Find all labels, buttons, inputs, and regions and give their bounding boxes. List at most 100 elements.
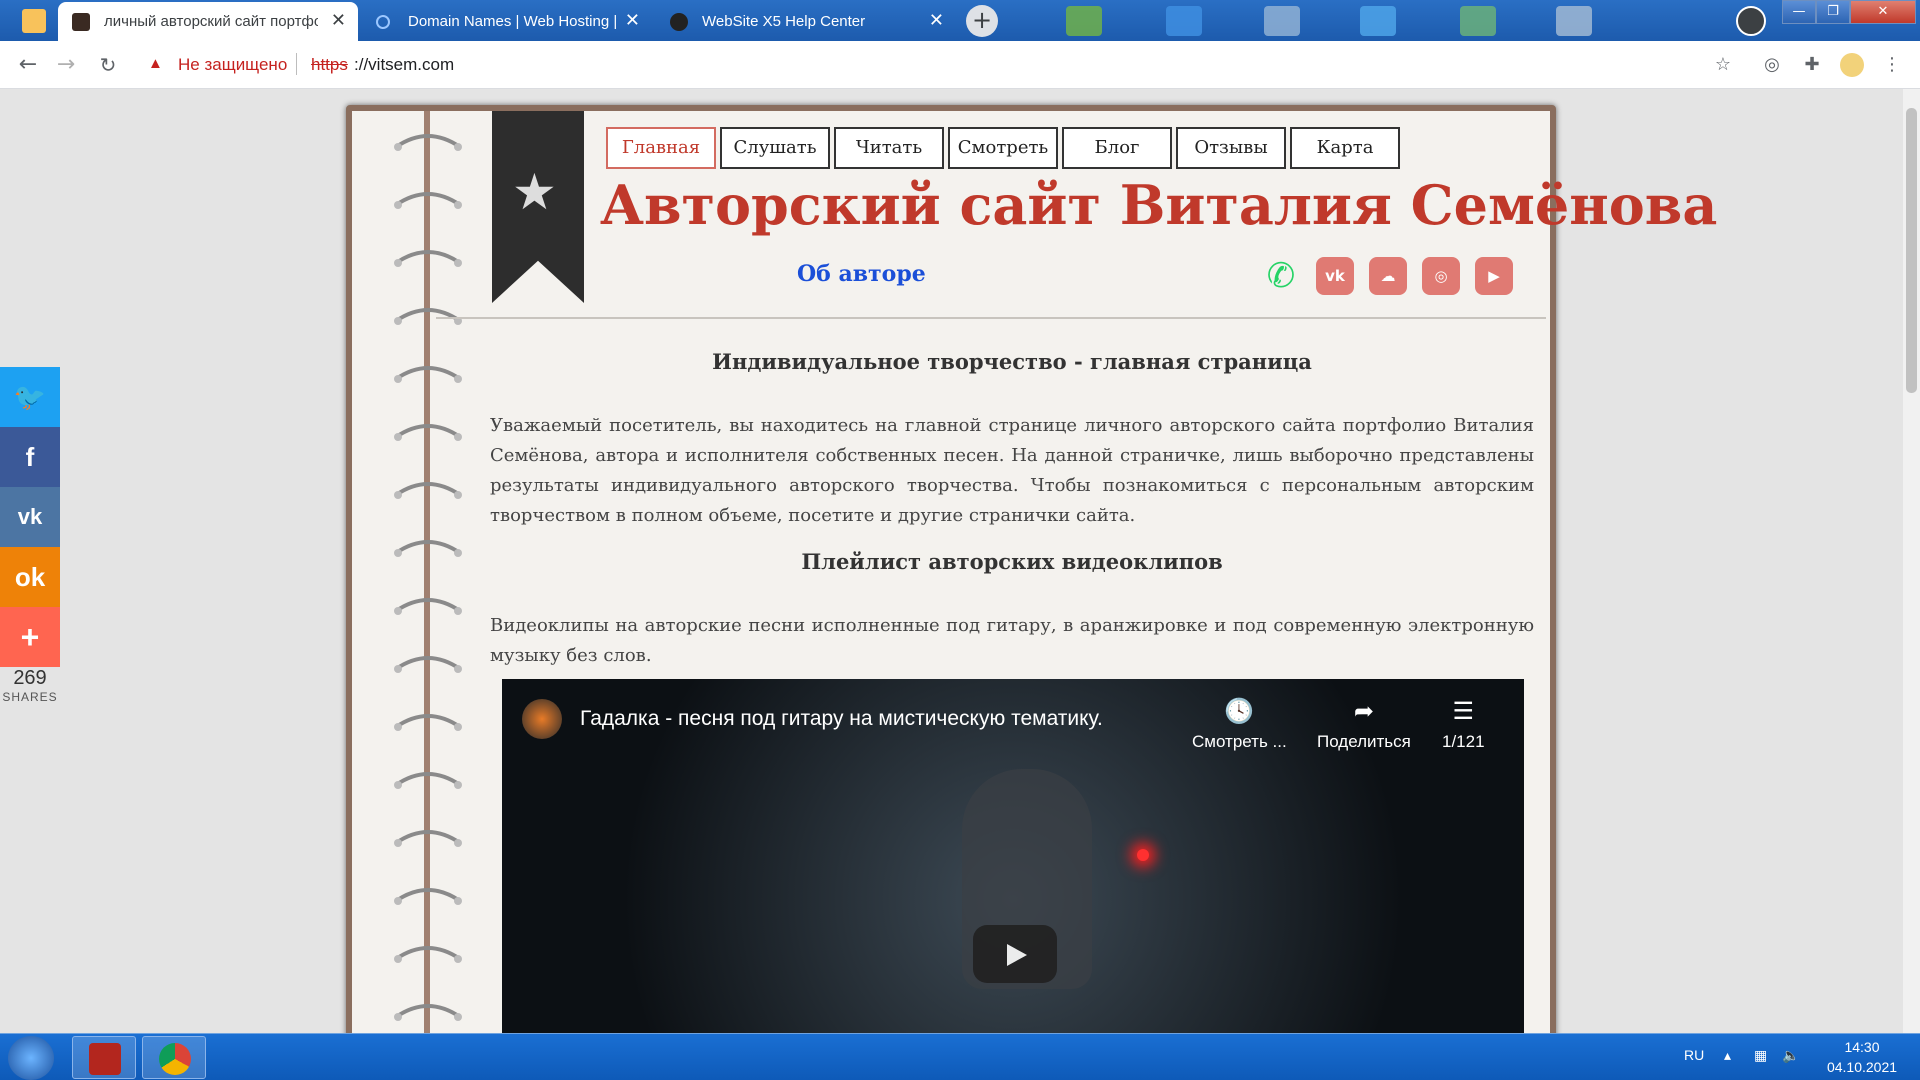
- more-icon[interactable]: +: [0, 607, 60, 667]
- spiral-ring: [392, 419, 464, 445]
- playlist-heading: Плейлист авторских видеоклипов: [801, 549, 1223, 574]
- address-bar[interactable]: ▲ Не защищено https ://vitsem.com: [136, 47, 1736, 83]
- desktop-icon: [1460, 6, 1496, 36]
- channel-avatar[interactable]: [522, 699, 562, 739]
- youtube-icon[interactable]: ▶: [1475, 257, 1513, 295]
- language-indicator[interactable]: RU: [1684, 1047, 1704, 1063]
- windows-taskbar: RU ▴ ▦ 🔈 14:30 04.10.2021: [0, 1033, 1920, 1080]
- desktop-icon: [1360, 6, 1396, 36]
- soundcloud-icon[interactable]: ☁: [1369, 257, 1407, 295]
- social-share-bar: 🐦 f vk ok +: [0, 367, 60, 667]
- menu-item[interactable]: Блог: [1062, 127, 1172, 169]
- profile-avatar[interactable]: [1840, 53, 1864, 77]
- menu-item[interactable]: Слушать: [720, 127, 830, 169]
- extension-icon[interactable]: ◎: [1760, 53, 1784, 77]
- start-button[interactable]: [8, 1036, 54, 1080]
- share-count-label: SHARES: [2, 690, 58, 704]
- scrollbar-thumb[interactable]: [1906, 108, 1917, 393]
- address-separator: [296, 53, 297, 75]
- share-arrow-icon: ➦: [1353, 698, 1374, 725]
- share-count-number: 269: [13, 667, 47, 689]
- filezilla-icon: [89, 1043, 121, 1075]
- close-tab-icon[interactable]: ✕: [331, 10, 346, 31]
- tab-title: Domain Names | Web Hosting | V: [408, 13, 620, 30]
- spiral-ring: [392, 535, 464, 561]
- clock-time[interactable]: 14:30: [1820, 1039, 1904, 1055]
- vk-icon[interactable]: vk: [1316, 257, 1354, 295]
- watch-later-button[interactable]: 🕓 Смотреть ...: [1192, 697, 1287, 752]
- reload-icon[interactable]: ↻: [94, 51, 122, 79]
- menu-item[interactable]: Смотреть: [948, 127, 1058, 169]
- playlist-button[interactable]: ☰ 1/121: [1442, 697, 1485, 752]
- facebook-icon[interactable]: f: [0, 427, 60, 487]
- taskbar-filezilla[interactable]: [72, 1036, 136, 1079]
- websitex5-favicon-icon: [670, 13, 688, 31]
- youtube-player[interactable]: Гадалка - песня под гитару на мистическу…: [502, 679, 1524, 1033]
- close-tab-icon[interactable]: ✕: [929, 10, 944, 31]
- page-viewport: ★ Главная Слушать Читать Смотреть Блог Отзывы…: [0, 89, 1903, 1033]
- spiral-ring: [392, 477, 464, 503]
- play-button[interactable]: [973, 925, 1057, 983]
- mail-extension-icon[interactable]: [22, 9, 46, 33]
- menu-item[interactable]: Главная: [606, 127, 716, 169]
- spiral-ring: [392, 245, 464, 271]
- desktop-icon: [1264, 6, 1300, 36]
- main-heading: Индивидуальное творчество - главная стра…: [712, 349, 1312, 374]
- back-arrow-icon[interactable]: ←: [14, 51, 42, 79]
- tab-title: WebSite X5 Help Center: [702, 13, 866, 30]
- menu-item[interactable]: Отзывы: [1176, 127, 1286, 169]
- warning-icon: ▲: [148, 55, 163, 72]
- bookmark-ribbon: ★: [492, 111, 584, 303]
- tab-websitex5[interactable]: WebSite X5 Help Center ✕: [656, 2, 956, 41]
- whatsapp-icon[interactable]: ✆: [1262, 257, 1300, 295]
- forward-arrow-icon[interactable]: →: [52, 51, 80, 79]
- spiral-ring: [392, 999, 464, 1025]
- watch-later-label: Смотреть ...: [1192, 732, 1287, 751]
- tab-domain-names[interactable]: Domain Names | Web Hosting | V ✕: [362, 2, 652, 41]
- profile-menu-icon[interactable]: [1736, 6, 1766, 36]
- clock-date[interactable]: 04.10.2021: [1820, 1059, 1904, 1075]
- menu-item[interactable]: Карта: [1290, 127, 1400, 169]
- header-divider: [436, 317, 1546, 319]
- volume-icon[interactable]: 🔈: [1782, 1047, 1799, 1064]
- puzzle-extensions-icon[interactable]: ✚: [1800, 53, 1824, 77]
- minimize-button[interactable]: —: [1782, 0, 1816, 24]
- spiral-ring: [392, 825, 464, 851]
- playlist-paragraph: Видеоклипы на авторские песни исполненны…: [490, 615, 1534, 666]
- spiral-ring: [392, 303, 464, 329]
- browser-toolbar: ← → ↻ ▲ Не защищено https ://vitsem.com …: [0, 41, 1920, 89]
- tab-vitsem[interactable]: личный авторский сайт портфо ✕: [58, 2, 358, 41]
- chrome-icon: [159, 1043, 191, 1075]
- url-host: ://vitsem.com: [354, 55, 455, 74]
- twitter-icon[interactable]: 🐦: [0, 367, 60, 427]
- url-protocol: https: [311, 55, 348, 74]
- spiral-ring: [392, 941, 464, 967]
- spiral-ring: [392, 651, 464, 677]
- site-favicon-icon: [72, 13, 90, 31]
- share-button[interactable]: ➦ Поделиться: [1317, 697, 1411, 752]
- maximize-button[interactable]: ❐: [1816, 0, 1850, 24]
- vk-icon[interactable]: vk: [0, 487, 60, 547]
- network-icon[interactable]: ▦: [1754, 1047, 1767, 1064]
- playlist-icon: ☰: [1452, 698, 1475, 725]
- site-title: Авторский сайт Виталия Семёнова: [600, 173, 1718, 237]
- tray-expand-icon[interactable]: ▴: [1724, 1047, 1731, 1064]
- share-label: Поделиться: [1317, 732, 1411, 751]
- close-window-button[interactable]: ✕: [1850, 0, 1916, 24]
- close-tab-icon[interactable]: ✕: [625, 10, 640, 31]
- menu-item[interactable]: Читать: [834, 127, 944, 169]
- spiral-ring: [392, 593, 464, 619]
- security-label: Не защищено: [178, 55, 288, 74]
- odnoklassniki-icon[interactable]: ok: [0, 547, 60, 607]
- new-tab-button[interactable]: +: [966, 5, 998, 37]
- taskbar-chrome[interactable]: [142, 1036, 206, 1079]
- notebook-page: ★ Главная Слушать Читать Смотреть Блог Отзывы…: [346, 105, 1717, 1033]
- instagram-icon[interactable]: ◎: [1422, 257, 1460, 295]
- video-title[interactable]: Гадалка - песня под гитару на мистическу…: [580, 707, 1103, 731]
- bookmark-star-icon[interactable]: ☆: [1711, 53, 1735, 77]
- tab-title: личный авторский сайт портфо: [104, 13, 318, 30]
- about-author-link[interactable]: Об авторе: [797, 261, 926, 287]
- desktop-icon: [1066, 6, 1102, 36]
- more-menu-icon[interactable]: ⋮: [1880, 53, 1904, 77]
- clock-icon: 🕓: [1224, 698, 1255, 725]
